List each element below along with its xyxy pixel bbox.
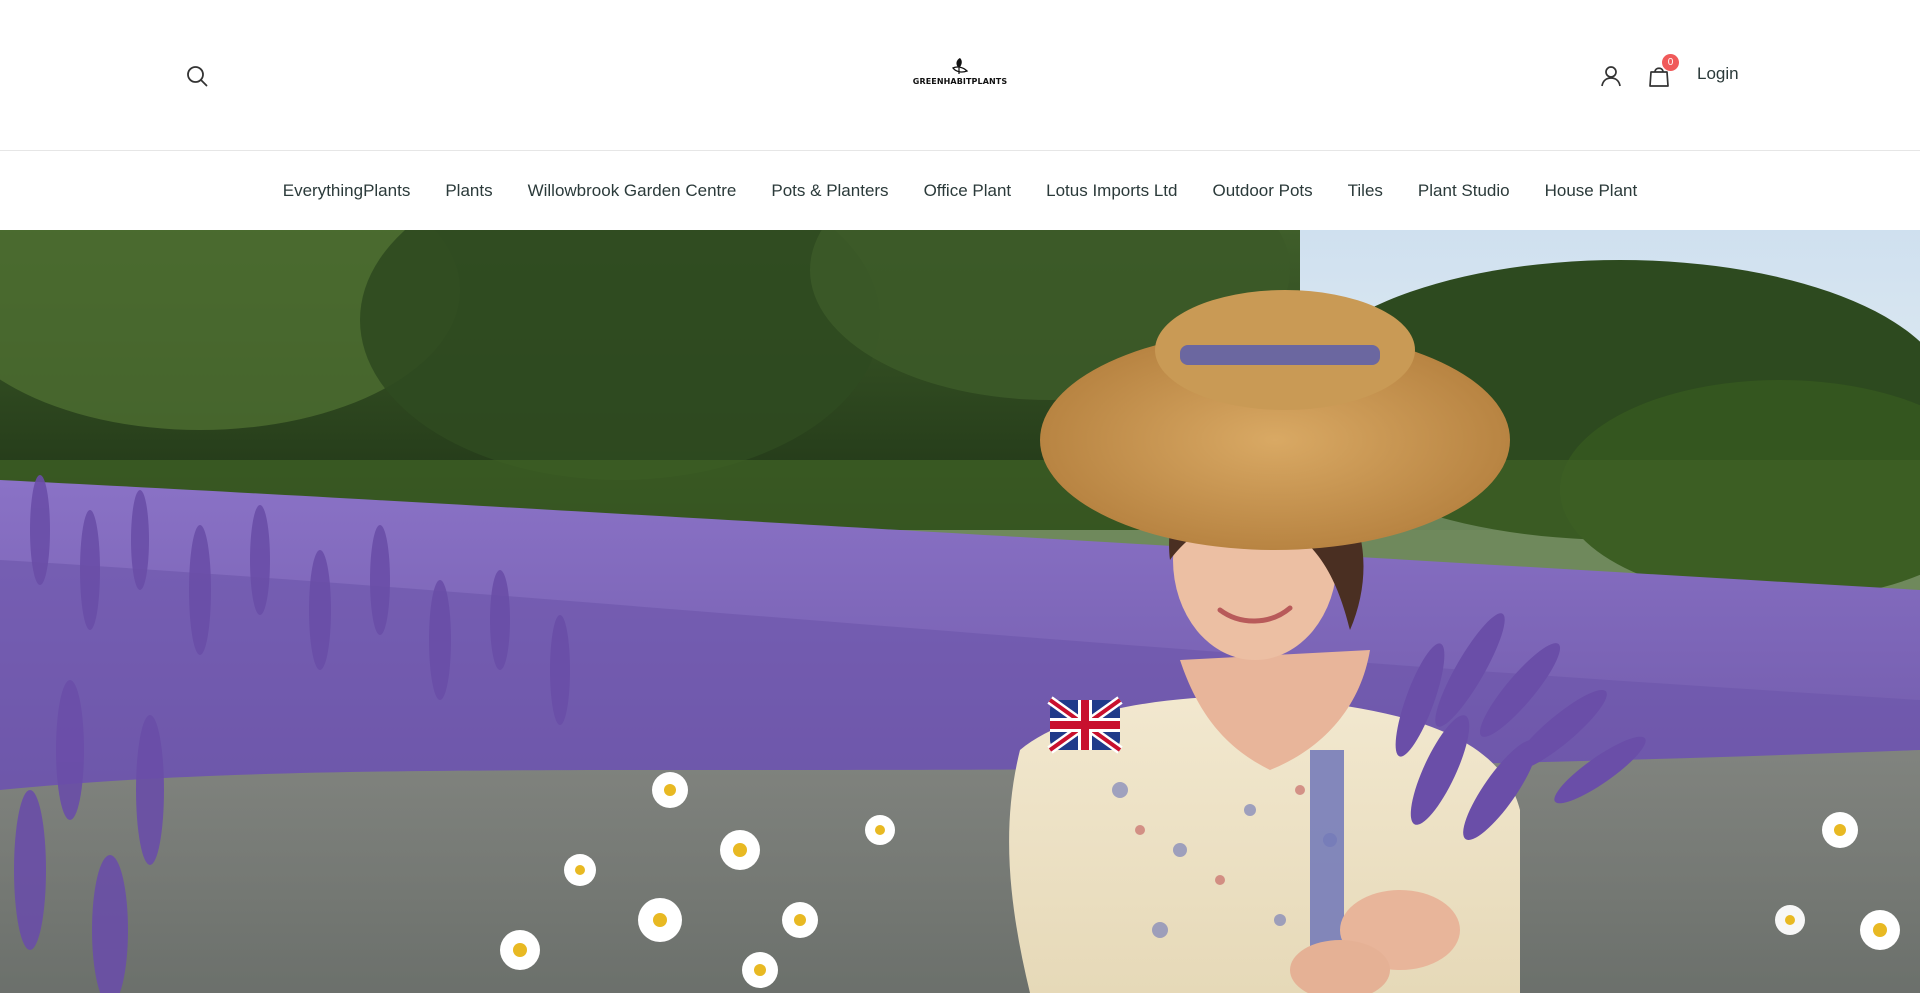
search-icon	[187, 66, 208, 87]
nav-item-lotus-imports[interactable]: Lotus Imports Ltd	[1029, 181, 1195, 201]
logo-text: GREENHABITPLANTS	[912, 77, 1008, 86]
hero-banner	[0, 230, 1920, 993]
cart-button[interactable]: 0	[1645, 54, 1679, 90]
search-button[interactable]	[184, 63, 210, 89]
site-logo[interactable]: GREENHABITPLANTS	[912, 56, 1008, 92]
user-icon	[1601, 66, 1621, 87]
account-button[interactable]	[1598, 63, 1624, 89]
nav-item-office-plant[interactable]: Office Plant	[906, 181, 1029, 201]
nav-item-everythingplants[interactable]: EverythingPlants	[265, 181, 428, 201]
login-link[interactable]: Login	[1697, 64, 1739, 84]
nav-item-plants[interactable]: Plants	[428, 181, 510, 201]
site-header: GREENHABITPLANTS 0 Login	[0, 0, 1920, 151]
main-navigation: EverythingPlants Plants Willowbrook Gard…	[0, 152, 1920, 229]
nav-item-plant-studio[interactable]: Plant Studio	[1400, 181, 1527, 201]
cart-count-badge: 0	[1662, 54, 1679, 71]
nav-item-willowbrook-garden-centre[interactable]: Willowbrook Garden Centre	[510, 181, 754, 201]
hero-image	[0, 230, 1920, 993]
nav-item-pots-planters[interactable]: Pots & Planters	[754, 181, 906, 201]
nav-item-house-plant[interactable]: House Plant	[1527, 181, 1655, 201]
leaf-logo-icon	[952, 58, 969, 74]
nav-item-tiles[interactable]: Tiles	[1330, 181, 1400, 201]
nav-item-outdoor-pots[interactable]: Outdoor Pots	[1195, 181, 1330, 201]
